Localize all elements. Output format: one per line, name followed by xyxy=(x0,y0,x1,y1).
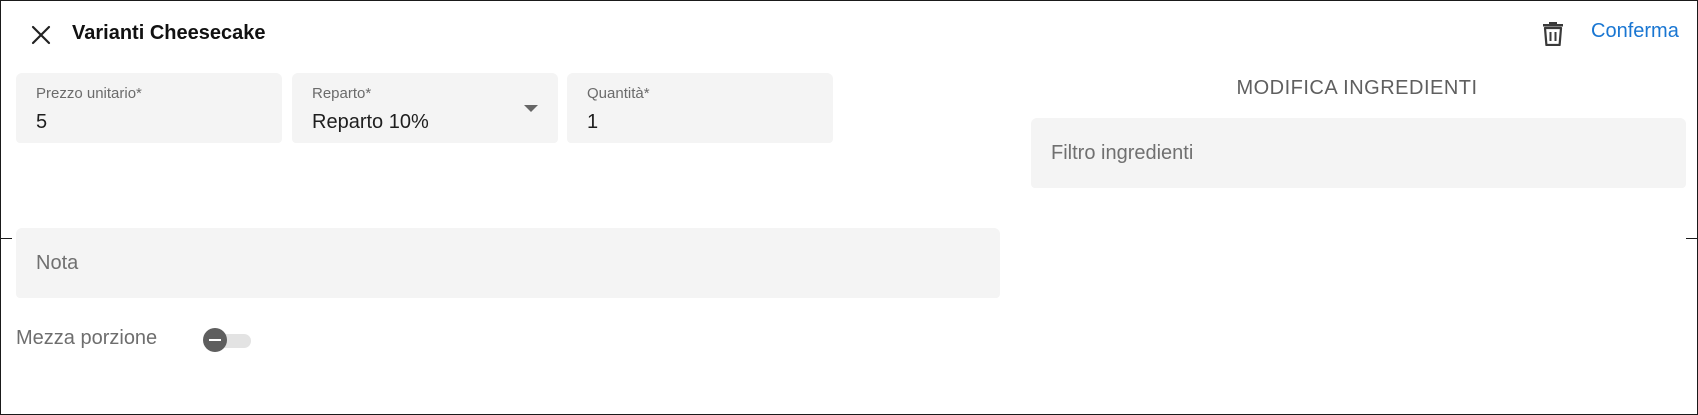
dialog-title: Varianti Cheesecake xyxy=(72,22,266,44)
toggle-thumb[interactable] xyxy=(203,328,227,352)
department-value[interactable]: Reparto 10% xyxy=(312,111,429,134)
frame-edge-tick xyxy=(0,238,12,239)
department-select[interactable]: Reparto* Reparto 10% xyxy=(292,73,558,143)
ingredients-filter-input[interactable]: Filtro ingredienti xyxy=(1031,118,1686,188)
chevron-down-icon[interactable] xyxy=(524,105,538,112)
confirm-button[interactable]: Conferma xyxy=(1591,20,1679,43)
quantity-label: Quantità* xyxy=(587,85,650,102)
half-portion-label: Mezza porzione xyxy=(16,327,158,349)
unit-price-value[interactable]: 5 xyxy=(36,111,47,134)
frame-edge-tick xyxy=(1686,238,1698,239)
quantity-value[interactable]: 1 xyxy=(587,111,598,134)
delete-button[interactable] xyxy=(1539,17,1567,49)
half-portion-toggle[interactable] xyxy=(203,327,251,353)
ingredients-section-title: MODIFICA INGREDIENTI xyxy=(1236,77,1478,99)
ingredients-filter-placeholder: Filtro ingredienti xyxy=(1051,142,1194,164)
unit-price-field[interactable]: Prezzo unitario* 5 xyxy=(16,73,282,143)
variants-dialog: Varianti Cheesecake Conferma Prezzo unit… xyxy=(0,0,1698,415)
quantity-field[interactable]: Quantità* 1 xyxy=(567,73,833,143)
department-label: Reparto* xyxy=(312,85,372,102)
unit-price-label: Prezzo unitario* xyxy=(36,85,142,102)
trash-icon xyxy=(1543,22,1563,46)
note-placeholder: Nota xyxy=(36,252,79,274)
close-button[interactable] xyxy=(27,21,55,49)
close-icon xyxy=(31,25,51,45)
minus-icon xyxy=(209,339,221,341)
note-input[interactable]: Nota xyxy=(16,228,1000,298)
